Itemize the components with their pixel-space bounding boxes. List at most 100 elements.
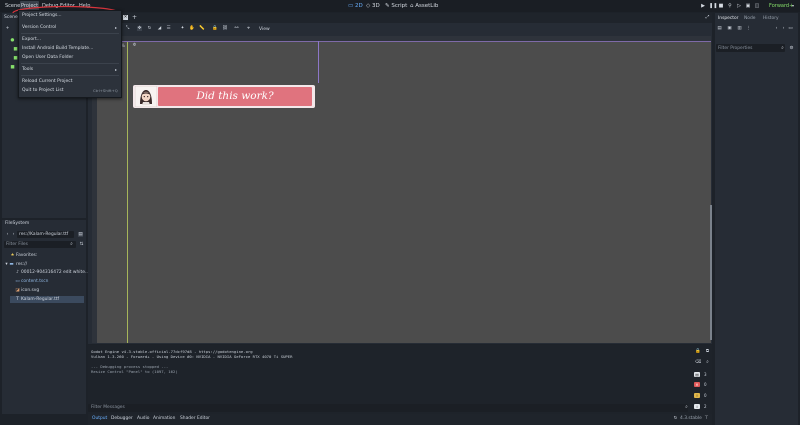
split-view-icon[interactable]: ▤ [78, 232, 83, 237]
tab-3d[interactable]: ◇ 3D [366, 1, 380, 11]
object-history-icon[interactable]: ▭ [788, 26, 793, 31]
lock-icon[interactable]: 🔒 [695, 349, 701, 354]
output-line: Resize Control "Panel" to (1097, 162) [91, 369, 178, 374]
warning-count: 0 [704, 393, 707, 398]
tab-audio[interactable]: Audio [137, 416, 149, 421]
gear-icon[interactable]: ✲ [132, 43, 137, 48]
pan-icon[interactable]: ✋ [189, 26, 195, 31]
menu-icon[interactable]: ⋮ [746, 26, 751, 31]
close-icon[interactable]: ✕ [123, 15, 128, 20]
quit-shortcut: Ctrl+Shift+Q [93, 88, 118, 93]
node-2d-icon[interactable]: ● [10, 38, 15, 43]
group-icon[interactable]: ⛓ [222, 26, 228, 31]
play-scene-icon[interactable]: ▷ [736, 3, 742, 9]
select-tool-icon[interactable]: ⤡ [125, 26, 130, 31]
stop-icon[interactable]: ■ [718, 3, 724, 9]
menu-item-install-android[interactable]: Install Android Build Template... [22, 46, 93, 51]
assetlib-icon: ⌂ [410, 3, 414, 9]
info-icon[interactable]: i [694, 404, 700, 409]
menu-item-open-user-data[interactable]: Open User Data Folder [22, 55, 73, 60]
tab-scene[interactable]: Scene [4, 15, 18, 20]
history-back-icon[interactable]: ‹ [774, 26, 779, 31]
project-menu: Project Settings... Version Control ▸ Ex… [18, 10, 122, 98]
add-scene-tab-button[interactable]: + [132, 15, 137, 21]
menu-item-tools[interactable]: Tools [22, 67, 33, 72]
label-node-icon[interactable]: ■ [10, 65, 15, 70]
refresh-icon[interactable]: ↻ [673, 416, 678, 421]
tab-animation[interactable]: Animation [153, 416, 175, 421]
lock-icon[interactable]: 🔒 [212, 26, 218, 31]
menu-item-project-settings[interactable]: Project Settings... [22, 13, 62, 18]
pivot-icon[interactable]: ✦ [180, 26, 185, 31]
play-custom-icon[interactable]: ▣ [745, 3, 751, 9]
menu-item-quit-to-list[interactable]: Quit to Project List [22, 88, 63, 93]
rotate-tool-icon[interactable]: ↻ [147, 26, 152, 31]
search-icon: ⌕ [781, 46, 784, 51]
pause-icon[interactable]: ❚❚ [709, 3, 717, 9]
info-count: 2 [704, 404, 707, 409]
tab-inspector[interactable]: Inspector [718, 16, 738, 21]
back-icon[interactable]: ‹ [5, 232, 10, 237]
list-item[interactable]: ♪ 00012-904316472 edit white... [4, 270, 89, 276]
copy-icon[interactable]: ⧉ [705, 349, 710, 354]
tab-debugger[interactable]: Debugger [111, 416, 133, 421]
tab-2d[interactable]: ▭ 2D [348, 1, 363, 11]
clear-icon[interactable]: ⌫ [695, 360, 701, 365]
menu-item-version-control[interactable]: Version Control [22, 25, 56, 30]
list-item[interactable]: T Kalam-Regular.ttf [10, 296, 84, 303]
script-icon: ✎ [385, 3, 390, 9]
view-menu[interactable]: View [259, 27, 270, 32]
avatar [135, 86, 157, 107]
tab-script[interactable]: ✎ Script [385, 1, 407, 11]
scale-tool-icon[interactable]: ◢ [157, 26, 162, 31]
pin-icon[interactable]: ⊤ [704, 416, 709, 421]
error-icon[interactable]: ✕ [694, 382, 700, 387]
sort-icon[interactable]: ⇅ [79, 242, 84, 247]
tab-node[interactable]: Node [744, 16, 755, 21]
chevron-right-icon: ▸ [115, 67, 118, 72]
log-filter-icon[interactable]: ▤ [694, 372, 700, 377]
remote-debug-icon[interactable]: ⚲ [727, 3, 733, 9]
history-forward-icon[interactable]: › [781, 26, 786, 31]
save-icon[interactable]: ▥ [737, 26, 742, 31]
renderer-select[interactable]: Forward+ [769, 3, 793, 9]
tab-filesystem[interactable]: FileSystem [5, 221, 29, 226]
search-icon[interactable]: ⌕ [705, 360, 710, 365]
viewport-scrollbar[interactable] [710, 205, 712, 340]
tab-history[interactable]: History [763, 16, 779, 21]
ruler-icon[interactable]: 📏 [199, 26, 205, 31]
menu-item-reload-project[interactable]: Reload Current Project [22, 79, 72, 84]
add-node-icon[interactable]: + [5, 26, 10, 31]
warning-icon[interactable]: ! [694, 393, 700, 398]
tab-shader-editor[interactable]: Shader Editor [180, 416, 210, 421]
list-select-icon[interactable]: ☰ [166, 26, 171, 31]
snap-icon[interactable]: ⌖ [246, 26, 251, 31]
path-text: res://Kalam-Regular.ttf [19, 232, 69, 237]
new-resource-icon[interactable]: ▤ [717, 26, 722, 31]
list-item[interactable]: ◪ icon.svg [4, 288, 84, 294]
search-icon: ⌕ [685, 405, 688, 410]
menu-item-export[interactable]: Export... [22, 37, 41, 42]
list-item[interactable]: ▾ ▬ res:// [4, 262, 84, 268]
open-resource-icon[interactable]: ▣ [727, 26, 732, 31]
output-line: Vulkan 1.3.260 - Forward+ - Using Device… [91, 354, 293, 359]
tab-assetlib[interactable]: ⌂ AssetLib [410, 1, 438, 11]
menu-separator [21, 75, 119, 76]
play-icon[interactable]: ▶ [700, 3, 706, 9]
bone-icon[interactable]: ⚯ [234, 26, 239, 31]
tab-output[interactable]: Output [92, 416, 107, 421]
filter-messages-input[interactable] [88, 404, 688, 412]
distraction-free-icon[interactable]: ⤢ [705, 15, 710, 20]
list-item[interactable]: ▭ content.tscn [4, 279, 84, 285]
forward-icon[interactable]: › [11, 232, 16, 237]
music-icon: ♪ [16, 270, 19, 275]
version-label: 4.3.stable [680, 416, 702, 421]
list-item[interactable]: ★ Favorites: [4, 253, 84, 259]
movie-icon[interactable]: ◫ [754, 3, 760, 9]
inspector-dock [715, 13, 798, 425]
move-tool-icon[interactable]: ✥ [137, 26, 142, 31]
options-icon[interactable]: ⚙ [789, 46, 794, 51]
3d-icon: ◇ [366, 3, 371, 9]
y-axis-line [127, 41, 128, 343]
scene-icon: ▭ [15, 279, 20, 284]
